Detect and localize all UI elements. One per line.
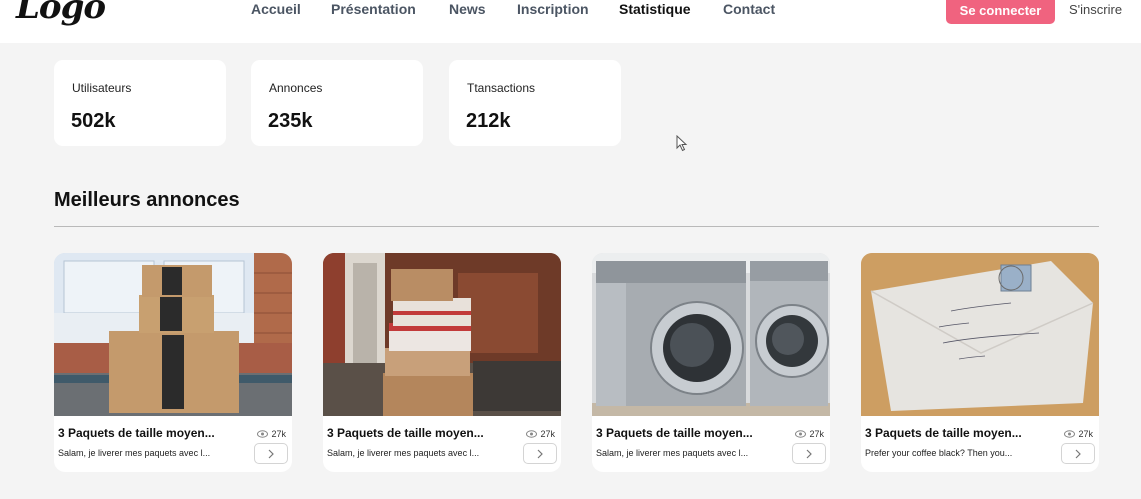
mouse-cursor-icon bbox=[676, 135, 688, 152]
listing-description: Salam, je liverer mes paquets avec l... bbox=[596, 448, 749, 458]
eye-icon bbox=[526, 430, 538, 438]
chevron-right-icon bbox=[806, 449, 812, 458]
stat-label: Ttansactions bbox=[467, 81, 536, 95]
listing-title: 3 Paquets de taille moyen... bbox=[596, 426, 753, 440]
doorstep-packages-photo bbox=[323, 253, 561, 416]
listing-title: 3 Paquets de taille moyen... bbox=[865, 426, 1022, 440]
listing-card[interactable]: 3 Paquets de taille moyen... 27k Salam, … bbox=[592, 253, 830, 472]
listing-open-button[interactable] bbox=[792, 443, 826, 464]
listing-card[interactable]: 3 Paquets de taille moyen... 27k Salam, … bbox=[54, 253, 292, 472]
listing-title: 3 Paquets de taille moyen... bbox=[327, 426, 484, 440]
views-count: 27k bbox=[1064, 429, 1093, 439]
stat-value: 502k bbox=[71, 110, 116, 132]
listing-description: Prefer your coffee black? Then you... bbox=[865, 448, 1013, 458]
stacked-boxes-photo bbox=[54, 253, 292, 416]
views-count: 27k bbox=[526, 429, 555, 439]
eye-icon bbox=[795, 430, 807, 438]
nav-contact[interactable]: Contact bbox=[723, 0, 775, 18]
nav-news[interactable]: News bbox=[449, 0, 486, 18]
listing-title: 3 Paquets de taille moyen... bbox=[58, 426, 215, 440]
views-value: 27k bbox=[271, 429, 286, 439]
login-button[interactable]: Se connecter bbox=[946, 0, 1055, 24]
stat-label: Annonces bbox=[269, 81, 323, 95]
listing-card[interactable]: 3 Paquets de taille moyen... 27k Prefer … bbox=[861, 253, 1099, 472]
chevron-right-icon bbox=[1075, 449, 1081, 458]
section-title: Meilleurs annonces bbox=[54, 189, 240, 211]
stat-card-transactions: Ttansactions 212k bbox=[449, 60, 621, 146]
nav-inscription[interactable]: Inscription bbox=[517, 0, 589, 18]
stat-card-listings: Annonces 235k bbox=[251, 60, 423, 146]
header: Logo Accueil Présentation News Inscripti… bbox=[0, 0, 1141, 43]
views-count: 27k bbox=[257, 429, 286, 439]
stat-label: Utilisateurs bbox=[72, 81, 132, 95]
nav-accueil[interactable]: Accueil bbox=[251, 0, 301, 18]
views-value: 27k bbox=[809, 429, 824, 439]
chevron-right-icon bbox=[268, 449, 274, 458]
divider bbox=[54, 226, 1099, 227]
envelope-photo bbox=[861, 253, 1099, 416]
eye-icon bbox=[257, 430, 269, 438]
listing-open-button[interactable] bbox=[1061, 443, 1095, 464]
listing-card[interactable]: 3 Paquets de taille moyen... 27k Salam, … bbox=[323, 253, 561, 472]
stat-value: 235k bbox=[268, 110, 313, 132]
listing-description: Salam, je liverer mes paquets avec l... bbox=[58, 448, 211, 458]
nav-presentation[interactable]: Présentation bbox=[331, 0, 416, 18]
listing-description: Salam, je liverer mes paquets avec l... bbox=[327, 448, 480, 458]
nav-statistique[interactable]: Statistique bbox=[619, 0, 691, 18]
washer-dryer-photo bbox=[592, 253, 830, 416]
listing-open-button[interactable] bbox=[523, 443, 557, 464]
listing-open-button[interactable] bbox=[254, 443, 288, 464]
register-link[interactable]: S'inscrire bbox=[1069, 2, 1122, 18]
logo[interactable]: Logo bbox=[16, 0, 106, 24]
stat-value: 212k bbox=[466, 110, 511, 132]
stat-card-users: Utilisateurs 502k bbox=[54, 60, 226, 146]
chevron-right-icon bbox=[537, 449, 543, 458]
views-count: 27k bbox=[795, 429, 824, 439]
views-value: 27k bbox=[540, 429, 555, 439]
views-value: 27k bbox=[1078, 429, 1093, 439]
eye-icon bbox=[1064, 430, 1076, 438]
